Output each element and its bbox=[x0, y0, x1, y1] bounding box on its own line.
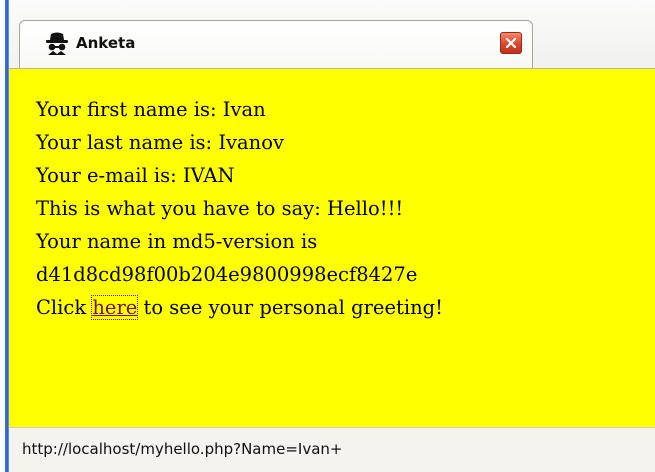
browser-window: Anketa Your first name is: Ivan Your las… bbox=[0, 0, 655, 472]
status-bar: http://localhost/myhello.php?Name=Ivan+ bbox=[9, 427, 655, 472]
first-name-line: Your first name is: Ivan bbox=[36, 98, 266, 121]
md5-label-line: Your name in md5-version is bbox=[36, 230, 318, 253]
last-name-line: Your last name is: Ivanov bbox=[36, 131, 284, 154]
page-content: Your first name is: Ivan Your last name … bbox=[9, 69, 655, 427]
close-tab-button[interactable] bbox=[500, 32, 522, 54]
here-link[interactable]: here bbox=[91, 295, 139, 320]
say-line: This is what you have to say: Hello!!! bbox=[36, 197, 404, 220]
status-url: http://localhost/myhello.php?Name=Ivan+ bbox=[22, 440, 343, 458]
greeting-link-line: Click here to see your personal greeting… bbox=[36, 291, 443, 324]
greeting-prefix: Click bbox=[36, 296, 93, 319]
tab-strip: Anketa bbox=[9, 0, 655, 69]
greeting-suffix: to see your personal greeting! bbox=[137, 296, 443, 319]
tab-anketa[interactable]: Anketa bbox=[19, 20, 533, 68]
window-frame-edge bbox=[0, 0, 9, 472]
email-line: Your e-mail is: IVAN bbox=[36, 164, 235, 187]
spy-hat-icon bbox=[44, 31, 70, 55]
tab-title: Anketa bbox=[76, 34, 136, 52]
md5-value-line: d41d8cd98f00b204e9800998ecf8427e bbox=[36, 263, 418, 286]
close-icon bbox=[505, 37, 517, 49]
greeting-message: Your first name is: Ivan Your last name … bbox=[36, 93, 443, 324]
